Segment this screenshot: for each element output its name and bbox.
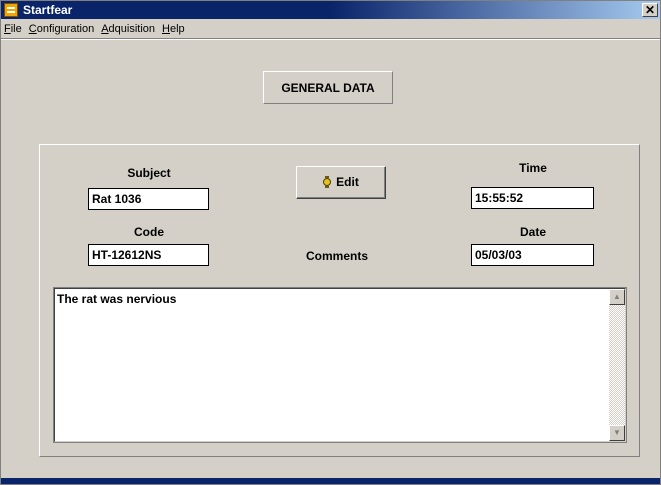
app-icon[interactable] bbox=[4, 3, 18, 17]
subject-label: Subject bbox=[127, 166, 171, 180]
app-window: Startfear ✕ File Configuration Adquisition… bbox=[0, 0, 661, 485]
general-data-header: GENERAL DATA bbox=[263, 71, 393, 104]
date-label: Date bbox=[519, 225, 546, 239]
window-title: Startfear bbox=[23, 3, 73, 17]
subject-field[interactable]: Rat 1036 bbox=[88, 188, 209, 210]
bottom-bar bbox=[1, 478, 660, 484]
time-label: Time bbox=[519, 161, 547, 175]
stopwatch-icon bbox=[323, 176, 332, 188]
code-field[interactable]: HT-12612NS bbox=[88, 244, 209, 266]
menu-bar: File Configuration Adquisition Help bbox=[1, 20, 660, 38]
menu-configuration[interactable]: Configuration bbox=[26, 20, 98, 35]
vertical-scrollbar[interactable]: ▲ ▼ bbox=[609, 289, 625, 441]
date-field[interactable]: 05/03/03 bbox=[471, 244, 594, 266]
edit-button[interactable]: Edit bbox=[296, 166, 386, 199]
menu-divider-highlight bbox=[1, 39, 660, 40]
scroll-down-arrow-icon[interactable]: ▼ bbox=[609, 425, 625, 441]
edit-button-label: Edit bbox=[336, 175, 359, 189]
title-bar[interactable]: Startfear ✕ bbox=[1, 1, 660, 19]
time-field[interactable]: 15:55:52 bbox=[471, 187, 594, 209]
code-label: Code bbox=[134, 225, 164, 239]
comments-textarea[interactable]: The rat was nervious ▲ ▼ bbox=[53, 287, 627, 443]
menu-adquisition[interactable]: Adquisition bbox=[98, 20, 159, 35]
menu-help[interactable]: Help bbox=[159, 20, 189, 35]
comments-text: The rat was nervious bbox=[57, 292, 177, 306]
comments-label: Comments bbox=[305, 249, 368, 263]
scroll-up-arrow-icon[interactable]: ▲ bbox=[609, 289, 625, 305]
menu-file[interactable]: File bbox=[1, 20, 26, 35]
close-button[interactable]: ✕ bbox=[642, 3, 658, 17]
